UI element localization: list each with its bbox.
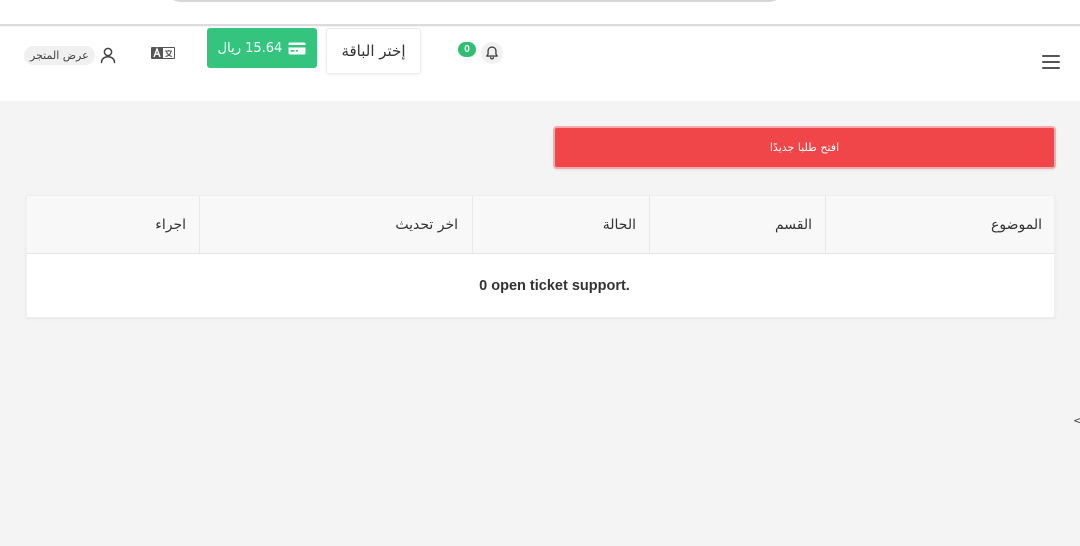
user-icon <box>100 47 115 64</box>
choose-plan-button[interactable]: إختر الباقة <box>326 28 421 74</box>
column-header-department: القسم <box>649 196 825 253</box>
empty-table-message: 0 open ticket support. <box>479 278 630 294</box>
column-header-status: الحالة <box>472 196 649 253</box>
notifications-button[interactable]: 0 <box>456 39 506 69</box>
view-store-label: عرض المتجر <box>24 45 95 65</box>
table-header: الموضوع القسم الحالة اخر تحديث اجراء <box>27 196 1054 254</box>
view-store-link[interactable]: عرض المتجر <box>24 43 120 67</box>
balance-button[interactable]: 15.64 ريال <box>207 28 317 68</box>
card-icon <box>288 42 306 54</box>
header-bar: 0 إختر الباقة 15.64 ريال عرض المتجر <box>0 27 1080 101</box>
bell-icon <box>481 42 503 64</box>
translate-icon[interactable] <box>150 45 176 61</box>
collapse-arrow-icon[interactable]: < <box>1073 414 1080 427</box>
top-strip <box>0 0 1080 26</box>
column-header-actions: اجراء <box>155 216 186 233</box>
top-curve-decoration <box>165 0 785 2</box>
notifications-count-badge: 0 <box>458 42 476 57</box>
column-header-last-update: اخر تحديث <box>199 196 472 253</box>
menu-icon[interactable] <box>1041 53 1061 71</box>
open-new-ticket-button[interactable]: افتح طلبا جديدًا <box>553 126 1056 169</box>
column-header-subject: الموضوع <box>825 196 1056 253</box>
tickets-table: الموضوع القسم الحالة اخر تحديث اجراء 0 o… <box>26 195 1055 318</box>
balance-label: 15.64 ريال <box>217 40 283 56</box>
